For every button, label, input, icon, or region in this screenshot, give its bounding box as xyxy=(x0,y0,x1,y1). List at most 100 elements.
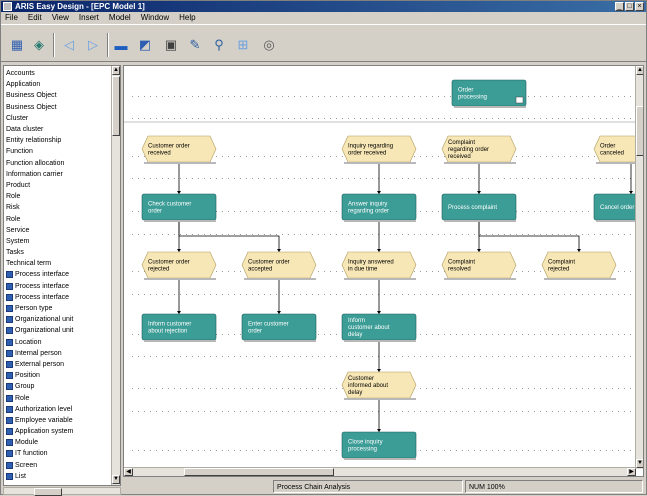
model-canvas[interactable]: Order processing Customer order received Inq… xyxy=(123,65,644,477)
object-list-item[interactable]: Technical term xyxy=(6,258,112,269)
function-node[interactable]: Inform customer about delay xyxy=(341,313,417,342)
object-list-item[interactable]: Function allocation xyxy=(6,158,112,169)
app-icon[interactable] xyxy=(3,2,12,11)
object-list-item[interactable]: Process interface xyxy=(6,269,112,280)
object-list-item[interactable]: Role xyxy=(6,191,112,202)
sidebar-scrollbar[interactable]: ▲ ▼ xyxy=(111,66,120,485)
scroll-left-button[interactable]: ◀ xyxy=(124,468,133,476)
grid-dot xyxy=(222,211,223,212)
model-icon[interactable]: ◈ xyxy=(29,35,49,55)
minimize-button[interactable]: _ xyxy=(615,2,624,11)
menu-window[interactable]: Window xyxy=(141,12,169,24)
object-list-item[interactable]: Role xyxy=(6,392,112,403)
object-list-item[interactable]: Application xyxy=(6,79,112,90)
function-node[interactable]: Process complaint xyxy=(441,193,517,222)
object-list-item[interactable]: Data cluster xyxy=(6,124,112,135)
event-node[interactable]: Complaint rejected xyxy=(541,251,617,280)
object-list-item[interactable]: Location xyxy=(6,337,112,348)
object-list-item[interactable]: Internal person xyxy=(6,348,112,359)
object-list-item[interactable]: External person xyxy=(6,359,112,370)
scroll-down-button[interactable]: ▼ xyxy=(636,459,643,468)
sidebar-horizontal-scrollbar[interactable] xyxy=(3,487,121,496)
event-node[interactable]: Inquiry answered in due time xyxy=(341,251,417,280)
event-node[interactable]: Customer order accepted xyxy=(241,251,317,280)
event-node[interactable]: Complaint resolved xyxy=(441,251,517,280)
assignment-icon[interactable] xyxy=(515,96,524,104)
object-list-item[interactable]: Business Object xyxy=(6,102,112,113)
object-list-item[interactable]: Module xyxy=(6,437,112,448)
canvas-horizontal-scrollbar[interactable]: ◀ ▶ xyxy=(124,467,636,476)
object-list-item[interactable]: Process interface xyxy=(6,281,112,292)
canvas-vertical-scrollbar[interactable]: ▲ ▼ xyxy=(635,66,643,469)
object-list-item[interactable]: Organizational unit xyxy=(6,325,112,336)
object-list-item[interactable]: Product xyxy=(6,180,112,191)
properties-icon[interactable]: ▦ xyxy=(7,35,27,55)
menu-edit[interactable]: Edit xyxy=(28,12,42,24)
maximize-button[interactable]: □ xyxy=(625,2,634,11)
object-list-item[interactable]: Cluster xyxy=(6,113,112,124)
object-list-item[interactable]: Screen xyxy=(6,460,112,471)
menu-insert[interactable]: Insert xyxy=(79,12,99,24)
menu-file[interactable]: File xyxy=(5,12,18,24)
object-list-item[interactable]: Tasks xyxy=(6,247,112,258)
epc-diagram[interactable]: Order processing Customer order received Inq… xyxy=(124,66,636,469)
scroll-down-button[interactable]: ▼ xyxy=(112,475,120,484)
object-list-item[interactable]: Position xyxy=(6,370,112,381)
object-list-item[interactable]: Authorization level xyxy=(6,404,112,415)
title-bar[interactable]: ARIS Easy Design - [EPC Model 1] _ □ × xyxy=(1,1,646,12)
object-list-item[interactable]: Person type xyxy=(6,303,112,314)
scroll-thumb[interactable] xyxy=(636,106,643,156)
function-node[interactable]: Enter customer order xyxy=(241,313,317,342)
object-list-item[interactable]: Employee variable xyxy=(6,415,112,426)
function-node[interactable]: Check customer order xyxy=(141,193,217,222)
object-list-item[interactable]: Risk xyxy=(6,202,112,213)
scroll-thumb[interactable] xyxy=(184,468,334,476)
event-node[interactable]: Customer informed about delay xyxy=(341,371,417,400)
edit-icon[interactable]: ✎ xyxy=(185,35,205,55)
scroll-up-button[interactable]: ▲ xyxy=(112,66,120,75)
object-list-item[interactable]: Service xyxy=(6,225,112,236)
object-list-item[interactable]: Organizational unit xyxy=(6,314,112,325)
forward-icon[interactable]: ▷ xyxy=(83,35,103,55)
grid-dot xyxy=(426,156,427,157)
function-node[interactable]: Order processing xyxy=(451,79,527,108)
object-list-item[interactable]: IT function xyxy=(6,448,112,459)
object-list-item[interactable]: Entity relationship xyxy=(6,135,112,146)
object-list-item[interactable]: Function xyxy=(6,146,112,157)
event-node[interactable]: Complaint regarding order received xyxy=(441,135,517,164)
object-list-item[interactable]: Application system xyxy=(6,426,112,437)
connection-line[interactable] xyxy=(478,220,580,252)
function-node[interactable]: Close inquiry processing xyxy=(341,431,417,460)
object-list-item[interactable]: Business Object xyxy=(6,90,112,101)
function-node[interactable]: Inform customer about rejection xyxy=(141,313,217,342)
menu-model[interactable]: Model xyxy=(109,12,131,24)
object-list-item[interactable]: Process interface xyxy=(6,292,112,303)
menu-view[interactable]: View xyxy=(52,12,69,24)
object-list-item[interactable]: System xyxy=(6,236,112,247)
connection-line[interactable] xyxy=(178,220,280,252)
scroll-right-button[interactable]: ▶ xyxy=(627,468,636,476)
scroll-up-button[interactable]: ▲ xyxy=(636,66,643,75)
function-node[interactable]: Cancel order xyxy=(593,193,636,222)
object-list-item[interactable]: Information carrier xyxy=(6,169,112,180)
object-list-item[interactable]: List xyxy=(6,471,112,482)
close-button[interactable]: × xyxy=(635,2,644,11)
grid-dot xyxy=(558,234,559,235)
object-list-item[interactable]: Accounts xyxy=(6,68,112,79)
function-node[interactable]: Answer inquiry regarding order xyxy=(341,193,417,222)
object-list-item[interactable]: Role xyxy=(6,213,112,224)
save-icon[interactable]: ◩ xyxy=(135,35,155,55)
layout-icon[interactable]: ⊞ xyxy=(233,35,253,55)
open-folder-icon[interactable]: ▬ xyxy=(111,35,131,55)
zoom-icon[interactable]: ◎ xyxy=(259,35,279,55)
menu-help[interactable]: Help xyxy=(179,12,195,24)
event-node[interactable]: Inquiry regarding order received xyxy=(341,135,417,164)
event-node[interactable]: Order canceled xyxy=(593,135,636,164)
event-node[interactable]: Customer order rejected xyxy=(141,251,217,280)
back-icon[interactable]: ◁ xyxy=(59,35,79,55)
scroll-thumb[interactable] xyxy=(112,76,120,136)
search-icon[interactable]: ⚲ xyxy=(209,35,229,55)
event-node[interactable]: Customer order received xyxy=(141,135,217,164)
object-list-item[interactable]: Group xyxy=(6,381,112,392)
print-icon[interactable]: ▣ xyxy=(161,35,181,55)
